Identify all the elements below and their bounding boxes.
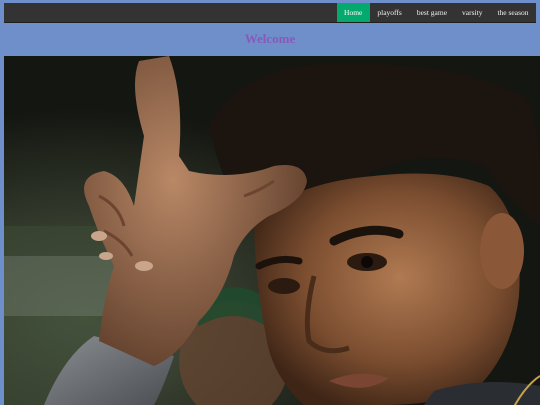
page-title: Welcome bbox=[244, 31, 296, 46]
hero-photo-illustration bbox=[4, 56, 540, 405]
nav-item-the-season[interactable]: the season bbox=[490, 3, 536, 22]
nav-item-home[interactable]: Home bbox=[336, 3, 370, 22]
top-navbar: Home playoffs best game varsity the seas… bbox=[4, 3, 536, 23]
hero-image bbox=[4, 56, 540, 405]
nav-item-varsity[interactable]: varsity bbox=[455, 3, 490, 22]
page: Home playoffs best game varsity the seas… bbox=[0, 0, 540, 405]
nav-item-best-game[interactable]: best game bbox=[409, 3, 454, 22]
nav-item-playoffs[interactable]: playoffs bbox=[370, 3, 409, 22]
nav-links: Home playoffs best game varsity the seas… bbox=[336, 3, 536, 22]
